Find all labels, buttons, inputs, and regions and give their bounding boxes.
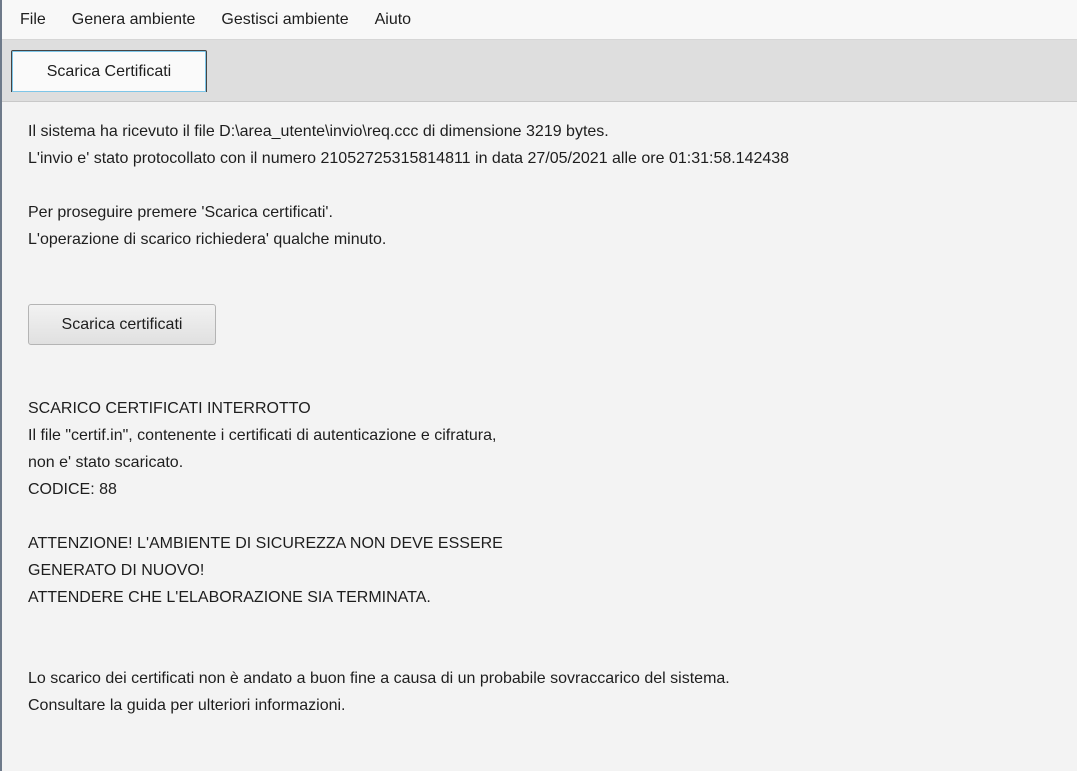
- error-description-line-2: non e' stato scaricato.: [28, 454, 184, 471]
- menu-aiuto[interactable]: Aiuto: [362, 0, 424, 40]
- menu-genera-ambiente[interactable]: Genera ambiente: [59, 0, 209, 40]
- main-content: Il sistema ha ricevuto il file D:\area_u…: [2, 102, 1077, 771]
- menu-file[interactable]: File: [20, 0, 59, 40]
- instruction-duration: L'operazione di scarico richiedera' qual…: [28, 231, 387, 248]
- warning-line-1: ATTENZIONE! L'AMBIENTE DI SICUREZZA NON …: [28, 535, 503, 552]
- application-window: File Genera ambiente Gestisci ambiente A…: [0, 0, 1077, 771]
- footer-failure-message: Lo scarico dei certificati non è andato …: [28, 670, 730, 687]
- error-description-line-1: Il file "certif.in", contenente i certif…: [28, 427, 497, 444]
- error-code: CODICE: 88: [28, 481, 117, 498]
- tab-bar: Scarica Certificati: [2, 40, 1077, 102]
- instruction-proceed: Per proseguire premere 'Scarica certific…: [28, 204, 333, 221]
- error-title: SCARICO CERTIFICATI INTERROTTO: [28, 400, 311, 417]
- warning-line-2: GENERATO DI NUOVO!: [28, 562, 205, 579]
- warning-line-3: ATTENDERE CHE L'ELABORAZIONE SIA TERMINA…: [28, 589, 431, 606]
- menu-bar: File Genera ambiente Gestisci ambiente A…: [2, 0, 1077, 40]
- info-received-file: Il sistema ha ricevuto il file D:\area_u…: [28, 123, 609, 140]
- scarica-certificati-button[interactable]: Scarica certificati: [28, 304, 216, 345]
- tab-scarica-certificati[interactable]: Scarica Certificati: [11, 50, 207, 92]
- info-protocol-number: L'invio e' stato protocollato con il num…: [28, 150, 790, 167]
- footer-guide-hint: Consultare la guida per ulteriori inform…: [28, 697, 346, 714]
- menu-gestisci-ambiente[interactable]: Gestisci ambiente: [208, 0, 361, 40]
